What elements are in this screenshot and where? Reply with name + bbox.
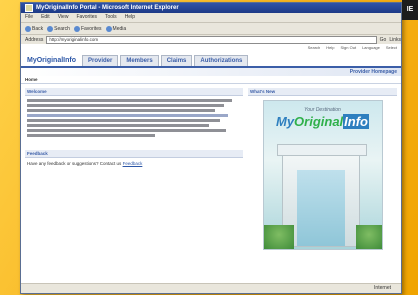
back-button[interactable]: Back <box>25 25 43 32</box>
window-title: MyOriginalInfo Portal - Microsoft Intern… <box>36 5 179 11</box>
text-line <box>27 134 156 137</box>
promo-poster[interactable]: Your Destination MyOriginalInfo <box>262 100 383 250</box>
media-icon <box>105 25 112 32</box>
tree-image <box>263 225 294 249</box>
menu-help[interactable]: Help <box>125 13 135 22</box>
arch-slab <box>276 144 367 156</box>
tab-members[interactable]: Members <box>120 55 159 66</box>
page-title: Provider Homepage <box>21 68 401 76</box>
search-button[interactable]: Search <box>47 25 70 32</box>
poster-tagline: Your Destination <box>304 107 341 113</box>
title-bar: MyOriginalInfo Portal - Microsoft Intern… <box>21 3 401 13</box>
tab-authorizations[interactable]: Authorizations <box>194 55 249 66</box>
top-link-help[interactable]: Help <box>326 44 334 52</box>
go-button[interactable]: Go <box>380 37 387 43</box>
text-line <box>27 104 224 107</box>
main-nav: MyOriginalInfo Provider Members Claims A… <box>21 52 401 68</box>
columns: Welcome Feedback Have any feedback or su… <box>21 84 401 250</box>
tree-image <box>355 225 382 249</box>
status-bar: Internet <box>21 283 401 293</box>
menu-view[interactable]: View <box>58 13 69 22</box>
top-link-search[interactable]: Search <box>308 44 321 52</box>
search-icon <box>47 25 54 32</box>
text-line <box>27 99 233 102</box>
favorites-button[interactable]: Favorites <box>73 25 102 32</box>
whats-new-header: What's New <box>248 88 397 96</box>
welcome-header: Welcome <box>25 88 243 96</box>
left-column: Welcome Feedback Have any feedback or su… <box>25 88 243 250</box>
tab-claims[interactable]: Claims <box>160 55 193 66</box>
text-line <box>27 119 220 122</box>
arch-opening <box>296 170 345 246</box>
text-line <box>27 129 227 132</box>
top-links: Search Help Sign Out Language Select <box>21 44 401 52</box>
toolbar: Back Search Favorites Media <box>21 23 401 35</box>
menu-favorites[interactable]: Favorites <box>76 13 97 22</box>
site-logo[interactable]: MyOriginalInfo <box>25 57 80 66</box>
back-icon <box>25 25 31 32</box>
links-button[interactable]: Links <box>389 37 401 43</box>
menu-edit[interactable]: Edit <box>41 13 50 22</box>
menu-file[interactable]: File <box>25 13 33 22</box>
address-input[interactable]: http://myoriginalinfo.com <box>46 36 377 44</box>
menu-bar: File Edit View Favorites Tools Help <box>21 13 401 23</box>
top-link-signout[interactable]: Sign Out <box>341 44 357 52</box>
text-line <box>27 109 216 112</box>
star-icon <box>73 25 80 32</box>
feedback-section: Feedback Have any feedback or suggestion… <box>25 150 243 169</box>
browser-window: MyOriginalInfo Portal - Microsoft Intern… <box>20 2 402 294</box>
feedback-text: Have any feedback or suggestions? Contac… <box>27 161 143 166</box>
address-label: Address <box>25 37 44 43</box>
text-line <box>27 114 229 117</box>
text-line <box>27 124 209 127</box>
right-column: What's New Your Destination MyOriginalIn… <box>248 88 397 250</box>
browser-icon <box>25 4 33 12</box>
feedback-header: Feedback <box>25 150 243 158</box>
tab-provider[interactable]: Provider <box>82 55 119 66</box>
status-zone: Internet <box>374 285 391 291</box>
page-content: Search Help Sign Out Language Select MyO… <box>21 44 401 284</box>
corner-badge: IE <box>402 0 418 20</box>
media-button[interactable]: Media <box>105 25 126 32</box>
welcome-text <box>25 96 243 142</box>
menu-tools[interactable]: Tools <box>105 13 117 22</box>
top-link-language[interactable]: Language <box>362 44 380 52</box>
breadcrumb[interactable]: Home <box>21 76 401 84</box>
top-link-select[interactable]: Select <box>386 44 397 52</box>
feedback-link[interactable]: Feedback <box>123 161 143 166</box>
poster-title: MyOriginalInfo <box>275 114 369 129</box>
